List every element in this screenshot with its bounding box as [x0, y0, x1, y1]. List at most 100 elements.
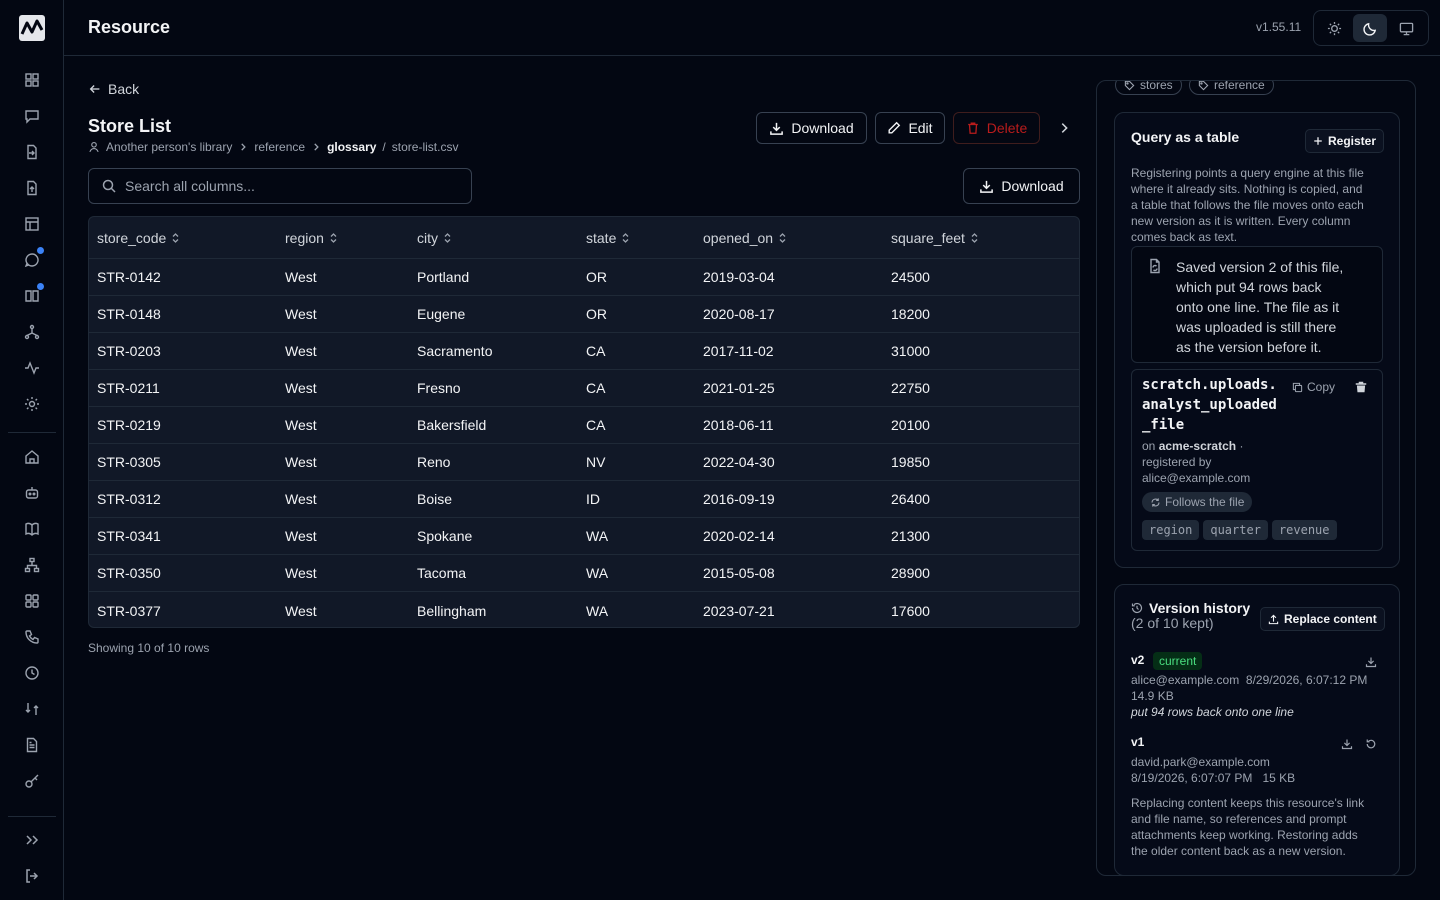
- version-note: put 94 rows back onto one line: [1131, 705, 1294, 719]
- column-header[interactable]: opened_on: [695, 230, 883, 246]
- file-sync-icon: [1150, 258, 1160, 274]
- monitor-icon[interactable]: [1389, 14, 1423, 42]
- table-row[interactable]: STR-0142 West Portland OR 2019-03-04 24500: [89, 259, 1079, 296]
- library-icon[interactable]: [22, 519, 42, 539]
- table-cell: West: [285, 269, 317, 285]
- settings-icon[interactable]: [22, 394, 42, 414]
- table-row[interactable]: STR-0305 West Reno NV 2022-04-30 19850: [89, 444, 1079, 481]
- table-cell: 18200: [891, 306, 930, 322]
- breadcrumb-subfolder[interactable]: glossary: [327, 140, 376, 154]
- text-line: as the version before it.: [1176, 339, 1322, 355]
- column-chip: region: [1142, 520, 1200, 540]
- version-label: v1.55.11: [1256, 20, 1302, 34]
- chevrons-right-icon[interactable]: [22, 830, 42, 850]
- table-cell: 24500: [891, 269, 930, 285]
- registered-by-label: registered by: [1142, 455, 1212, 469]
- table-row[interactable]: STR-0219 West Bakersfield CA 2018-06-11 20100: [89, 407, 1079, 444]
- file-import-icon[interactable]: [22, 142, 42, 162]
- book-icon[interactable]: [22, 283, 44, 306]
- column-header[interactable]: region: [277, 230, 409, 246]
- row-count: Showing 10 of 10 rows: [88, 641, 210, 655]
- table-cell: 28900: [891, 565, 930, 581]
- chat-icon[interactable]: [22, 106, 42, 126]
- version-label: v1: [1131, 735, 1145, 749]
- page-title: Store List: [88, 116, 172, 136]
- breadcrumb: Another person's library reference gloss…: [88, 140, 458, 154]
- tag-stores[interactable]: stores: [1115, 81, 1182, 95]
- download-icon[interactable]: [1341, 738, 1353, 750]
- chevron-right-icon: [241, 143, 247, 151]
- home-icon[interactable]: [22, 447, 42, 467]
- key-icon[interactable]: [22, 771, 42, 791]
- column-header[interactable]: city: [409, 230, 578, 246]
- network-icon[interactable]: [22, 322, 42, 342]
- table-cell: STR-0203: [97, 343, 161, 359]
- sun-icon[interactable]: [1317, 14, 1351, 42]
- table-row[interactable]: STR-0350 West Tacoma WA 2015-05-08 28900: [89, 555, 1079, 592]
- download-label: Download: [1001, 178, 1064, 194]
- back-link[interactable]: Back: [88, 81, 139, 97]
- table-cell: CA: [586, 417, 606, 433]
- breadcrumb-folder[interactable]: reference: [254, 140, 305, 154]
- version-author: david.park@example.com: [1131, 755, 1270, 769]
- tag-reference[interactable]: reference: [1189, 80, 1274, 95]
- table-row[interactable]: STR-0312 West Boise ID 2016-09-19 26400: [89, 481, 1079, 518]
- search-input[interactable]: [125, 178, 455, 194]
- column-header[interactable]: square_feet: [883, 230, 1079, 246]
- history-title: Version history: [1149, 600, 1251, 616]
- delete-button[interactable]: Delete: [953, 112, 1040, 144]
- moon-icon[interactable]: [1353, 14, 1387, 42]
- search-field[interactable]: [88, 168, 472, 204]
- text-line: Replacing content keeps this resource's …: [1131, 796, 1365, 810]
- activity-icon[interactable]: [22, 358, 42, 378]
- table-cell: 2018-06-11: [703, 417, 774, 433]
- table-cell: 2021-01-25: [703, 380, 775, 396]
- sidebar-divider: [8, 816, 56, 817]
- chevron-right-icon[interactable]: [1054, 118, 1074, 138]
- sort-icon: [779, 232, 786, 243]
- logo[interactable]: [19, 15, 45, 41]
- copy-button[interactable]: Copy: [1292, 380, 1335, 394]
- table-cell: STR-0377: [97, 602, 161, 619]
- edit-button[interactable]: Edit: [875, 112, 945, 144]
- apps-icon[interactable]: [22, 591, 42, 611]
- download-button[interactable]: Download: [756, 112, 867, 144]
- column-header[interactable]: state: [578, 230, 695, 246]
- table-header: store_code region city state opened_on square…: [89, 217, 1079, 259]
- table-row[interactable]: STR-0203 West Sacramento CA 2017-11-02 31000: [89, 333, 1079, 370]
- table-download-button[interactable]: Download: [963, 168, 1080, 204]
- table-row[interactable]: STR-0377 West Bellingham WA 2023-07-21 17600: [89, 592, 1079, 627]
- trash-icon[interactable]: [1355, 381, 1367, 393]
- hierarchy-icon[interactable]: [22, 555, 42, 575]
- message-icon[interactable]: [22, 247, 44, 270]
- tag-label: reference: [1214, 80, 1265, 92]
- table-cell: West: [285, 491, 317, 507]
- table-row[interactable]: STR-0148 West Eugene OR 2020-08-17 18200: [89, 296, 1079, 333]
- history-subtitle: (2 of 10 kept): [1131, 615, 1214, 631]
- table-cell: West: [285, 380, 317, 396]
- bot-icon[interactable]: [22, 483, 42, 503]
- replace-content-button[interactable]: Replace content: [1260, 607, 1385, 631]
- table-row[interactable]: STR-0341 West Spokane WA 2020-02-14 21300: [89, 518, 1079, 555]
- table-cell: 2020-02-14: [703, 528, 775, 544]
- table-row[interactable]: STR-0211 West Fresno CA 2021-01-25 22750: [89, 370, 1079, 407]
- column-header[interactable]: store_code: [89, 230, 277, 246]
- theme-switcher: [1313, 10, 1429, 46]
- logout-icon[interactable]: [22, 866, 42, 886]
- clock-icon[interactable]: [22, 663, 42, 683]
- column-chips: region quarter revenue: [1142, 520, 1337, 540]
- table-cell: 2016-09-19: [703, 491, 775, 507]
- table-cell: Boise: [417, 491, 453, 507]
- download-icon[interactable]: [1365, 656, 1377, 668]
- compare-icon[interactable]: [22, 699, 42, 719]
- register-button[interactable]: Register: [1305, 129, 1385, 153]
- document-icon[interactable]: [22, 735, 42, 755]
- table-icon[interactable]: [22, 214, 42, 234]
- phone-icon[interactable]: [22, 627, 42, 647]
- breadcrumb-owner[interactable]: Another person's library: [106, 140, 232, 154]
- restore-icon[interactable]: [1365, 738, 1377, 750]
- text-line: comes back as text.: [1131, 230, 1238, 244]
- dashboard-icon[interactable]: [22, 70, 42, 90]
- file-upload-icon[interactable]: [22, 178, 42, 198]
- on-prefix: on: [1142, 439, 1156, 453]
